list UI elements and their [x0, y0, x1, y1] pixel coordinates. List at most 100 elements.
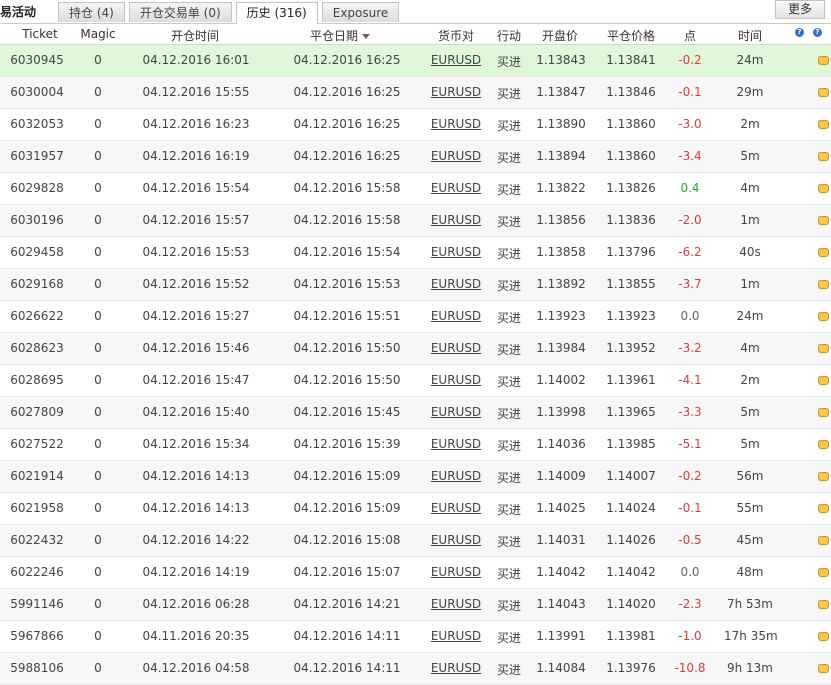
comment-icon[interactable]: [818, 216, 829, 225]
symbol-link[interactable]: EURUSD: [428, 53, 484, 67]
comment-icon[interactable]: [818, 472, 829, 481]
close-price-cell: 1.13841: [606, 53, 656, 67]
col-magic[interactable]: Magic: [80, 27, 116, 41]
table-row[interactable]: 6030945 0 04.12.2016 16:01 04.12.2016 16:25…: [0, 45, 831, 77]
table-row[interactable]: 6026622 0 04.12.2016 15:27 04.12.2016 15:51…: [0, 301, 831, 333]
tab-exposure[interactable]: Exposure: [321, 2, 400, 22]
comment-icon[interactable]: [818, 88, 829, 97]
comment-icon[interactable]: [818, 152, 829, 161]
symbol-link[interactable]: EURUSD: [428, 565, 484, 579]
table-row[interactable]: 6027522 0 04.12.2016 15:34 04.12.2016 15:39…: [0, 429, 831, 461]
table-row[interactable]: 5988106 0 04.12.2016 04:58 04.12.2016 14:11…: [0, 653, 831, 685]
tab-history[interactable]: 历史 (316): [235, 2, 318, 24]
symbol-link[interactable]: EURUSD: [428, 85, 484, 99]
comment-icon[interactable]: [818, 408, 829, 417]
symbol-link[interactable]: EURUSD: [428, 373, 484, 387]
symbol-link[interactable]: EURUSD: [428, 149, 484, 163]
table-row[interactable]: 6030196 0 04.12.2016 15:57 04.12.2016 15:58…: [0, 205, 831, 237]
tab-pending-orders[interactable]: 开仓交易单 (0): [128, 2, 232, 22]
action-cell: 买进: [496, 55, 521, 69]
comment-icon[interactable]: [818, 504, 829, 513]
col-close-price[interactable]: 平仓价格: [602, 27, 660, 44]
table-row[interactable]: 6029458 0 04.12.2016 15:53 04.12.2016 15:54…: [0, 237, 831, 269]
table-row[interactable]: 6030004 0 04.12.2016 15:55 04.12.2016 16:25…: [0, 77, 831, 109]
comment-icon[interactable]: [818, 248, 829, 257]
table-row[interactable]: 6028695 0 04.12.2016 15:47 04.12.2016 15:50…: [0, 365, 831, 397]
magic-cell: 0: [94, 533, 102, 547]
table-row[interactable]: 6021914 0 04.12.2016 14:13 04.12.2016 15:09…: [0, 461, 831, 493]
symbol-link[interactable]: EURUSD: [428, 469, 484, 483]
symbol-link[interactable]: EURUSD: [428, 245, 484, 259]
symbol-link[interactable]: EURUSD: [428, 309, 484, 323]
symbol-link[interactable]: EURUSD: [428, 629, 484, 643]
magic-cell: 0: [94, 565, 102, 579]
duration-cell: 4m: [740, 341, 760, 355]
table-row[interactable]: 6022432 0 04.12.2016 14:22 04.12.2016 15:08…: [0, 525, 831, 557]
comment-icon[interactable]: [818, 280, 829, 289]
duration-cell: 56m: [736, 469, 764, 483]
symbol-link[interactable]: EURUSD: [428, 501, 484, 515]
symbol-link[interactable]: EURUSD: [428, 181, 484, 195]
ticket-cell: 6022246: [10, 565, 64, 579]
col-action[interactable]: 行动: [494, 27, 524, 44]
open-time-cell: 04.12.2016 15:53: [142, 245, 250, 259]
col-open-time[interactable]: 开仓时间: [160, 27, 230, 44]
symbol-link[interactable]: EURUSD: [428, 597, 484, 611]
table-row[interactable]: 6029828 0 04.12.2016 15:54 04.12.2016 15:58…: [0, 173, 831, 205]
open-price-cell: 1.14009: [536, 469, 586, 483]
sort-down-icon: [362, 34, 370, 39]
comment-icon[interactable]: [818, 184, 829, 193]
col-open-price[interactable]: 开盘价: [538, 27, 582, 44]
comment-icon[interactable]: [818, 536, 829, 545]
table-row[interactable]: 6027809 0 04.12.2016 15:40 04.12.2016 15:45…: [0, 397, 831, 429]
col-close-date[interactable]: 平仓日期: [300, 27, 380, 44]
ticket-cell: 6030196: [10, 213, 64, 227]
table-row[interactable]: 6032053 0 04.12.2016 16:23 04.12.2016 16:25…: [0, 109, 831, 141]
points-cell: 0.0: [680, 565, 700, 579]
table-row[interactable]: 6022246 0 04.12.2016 14:19 04.12.2016 15:07…: [0, 557, 831, 589]
action-cell: 买进: [496, 183, 521, 197]
comment-icon[interactable]: [818, 376, 829, 385]
col-ticket[interactable]: Ticket: [18, 27, 62, 41]
table-row[interactable]: 6021958 0 04.12.2016 14:13 04.12.2016 15:09…: [0, 493, 831, 525]
comment-icon[interactable]: [818, 664, 829, 673]
table-row[interactable]: 5967866 0 04.11.2016 20:35 04.12.2016 14:11…: [0, 621, 831, 653]
col-time[interactable]: 时间: [734, 27, 766, 44]
more-button[interactable]: 更多: [774, 0, 825, 19]
symbol-link[interactable]: EURUSD: [428, 117, 484, 131]
open-price-cell: 1.13890: [536, 117, 586, 131]
open-time-cell: 04.12.2016 15:27: [142, 309, 250, 323]
symbol-link[interactable]: EURUSD: [428, 437, 484, 451]
comment-icon[interactable]: [818, 632, 829, 641]
comment-icon[interactable]: [818, 56, 829, 65]
symbol-link[interactable]: EURUSD: [428, 213, 484, 227]
comment-icon[interactable]: [818, 568, 829, 577]
comment-icon[interactable]: [818, 120, 829, 129]
col-points[interactable]: 点: [680, 27, 700, 44]
ticket-cell: 6032053: [10, 117, 64, 131]
tab-positions[interactable]: 持仓 (4): [58, 2, 125, 22]
col-symbol[interactable]: 货币对: [432, 27, 480, 44]
table-row[interactable]: 6028623 0 04.12.2016 15:46 04.12.2016 15:50…: [0, 333, 831, 365]
table-row[interactable]: 6029168 0 04.12.2016 15:52 04.12.2016 15:53…: [0, 269, 831, 301]
comment-icon[interactable]: [818, 344, 829, 353]
symbol-link[interactable]: EURUSD: [428, 341, 484, 355]
open-price-cell: 1.13892: [536, 277, 586, 291]
comment-icon[interactable]: [818, 600, 829, 609]
panel-title: 易活动: [0, 5, 37, 19]
close-date-cell: 04.12.2016 16:25: [293, 149, 401, 163]
comment-icon[interactable]: [818, 440, 829, 449]
points-cell: 0.0: [680, 309, 700, 323]
symbol-link[interactable]: EURUSD: [428, 533, 484, 547]
table-row[interactable]: 5991146 0 04.12.2016 06:28 04.12.2016 14:21…: [0, 589, 831, 621]
help-icon[interactable]: ?: [795, 28, 804, 37]
comment-icon[interactable]: [818, 312, 829, 321]
action-cell: 买进: [496, 535, 521, 549]
symbol-link[interactable]: EURUSD: [428, 661, 484, 675]
symbol-link[interactable]: EURUSD: [428, 405, 484, 419]
ticket-cell: 5991146: [10, 597, 64, 611]
table-row[interactable]: 6031957 0 04.12.2016 16:19 04.12.2016 16:25…: [0, 141, 831, 173]
help-icon[interactable]: ?: [813, 28, 822, 37]
ticket-cell: 6027809: [10, 405, 64, 419]
symbol-link[interactable]: EURUSD: [428, 277, 484, 291]
